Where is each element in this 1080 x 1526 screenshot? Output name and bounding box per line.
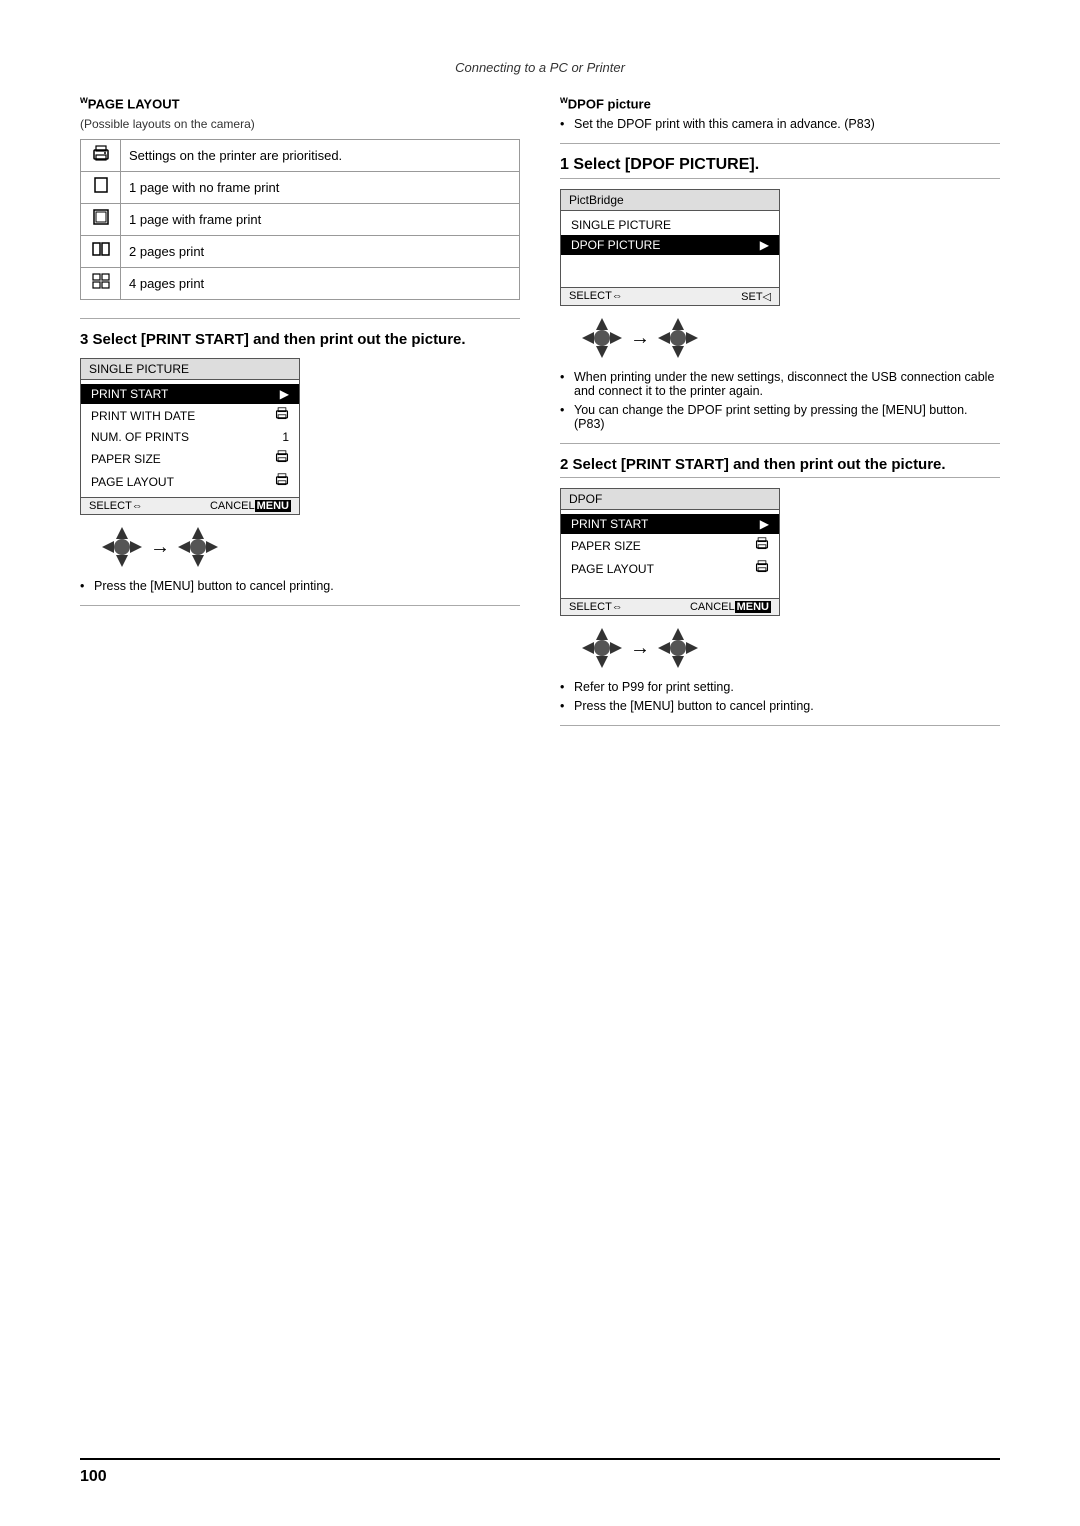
arrow-right-r1: → [630, 327, 650, 350]
divider-bottom-left [80, 605, 520, 606]
table-row: 1 page with frame print [81, 204, 520, 236]
dpof-sub: Set the DPOF print with this camera in a… [560, 117, 1000, 131]
icon-cell [81, 204, 121, 236]
page-layout-sub: (Possible layouts on the camera) [80, 117, 520, 131]
footer-right-2: CANCELMENU [690, 601, 771, 613]
frame-icon [92, 208, 110, 226]
dpad-left-r2 [580, 626, 624, 670]
page-number-bar: 100 [80, 1458, 1000, 1486]
divider-dpof [560, 143, 1000, 144]
navigation-arrows-right2: → [580, 626, 1000, 670]
dpad-right-r1 [656, 316, 700, 360]
screen-header: SINGLE PICTURE [81, 359, 299, 380]
screen-spacer-2 [561, 580, 779, 594]
screen-row-paper-size: PAPER SIZE [81, 447, 299, 470]
table-row: 4 pages print [81, 268, 520, 300]
icon-cell [81, 268, 121, 300]
dpad-left [100, 525, 144, 569]
step3-screen: SINGLE PICTURE PRINT START ▶ PRINT WITH … [80, 358, 300, 515]
table-row: 1 page with no frame print [81, 172, 520, 204]
step2-bullet-2: Press the [MENU] button to cancel printi… [560, 699, 1000, 713]
page-layout-heading: wPAGE LAYOUT [80, 95, 520, 111]
screen-header-2: DPOF [561, 489, 779, 510]
arrow-right-r2: → [630, 637, 650, 660]
two-column-layout: wPAGE LAYOUT (Possible layouts on the ca… [80, 95, 1000, 738]
footer-right-1: SET◁ [741, 290, 771, 303]
step2-heading: 2 Select [PRINT START] and then print ou… [560, 456, 1000, 478]
footer-right: CANCELMENU [210, 500, 291, 512]
screen-row-print-date: PRINT WITH DATE [81, 404, 299, 427]
screen-row-single-picture: SINGLE PICTURE [561, 215, 779, 235]
icon-cell [81, 172, 121, 204]
screen-row-page-layout: PAGE LAYOUT [81, 470, 299, 493]
screen-row-print-start: PRINT START ▶ [81, 384, 299, 404]
footer-left-1: SELECT⇔ [569, 290, 623, 303]
step2-screen: DPOF PRINT START ▶ PAPER SIZE [560, 488, 780, 616]
screen-body-2: PRINT START ▶ PAPER SIZE [561, 510, 779, 598]
four-pages-icon [92, 272, 110, 290]
printer-icon-small [275, 407, 289, 421]
screen-header-text-2: DPOF [569, 492, 602, 506]
screen-header-text-1: PictBridge [569, 193, 624, 207]
screen-row-dpof-picture: DPOF PICTURE ▶ [561, 235, 779, 255]
left-column: wPAGE LAYOUT (Possible layouts on the ca… [80, 95, 520, 738]
page-header-title: Connecting to a PC or Printer [80, 60, 1000, 75]
divider [80, 318, 520, 319]
printer-icon-s5 [755, 560, 769, 574]
layout-table-cell: Settings on the printer are prioritised. [121, 140, 520, 172]
step3-heading: 3 Select [PRINT START] and then print ou… [80, 331, 520, 348]
screen-spacer [561, 255, 779, 283]
step2-bullet-1: Refer to P99 for print setting. [560, 680, 1000, 694]
step1-bullet-2: You can change the DPOF print setting by… [560, 403, 1000, 431]
step1-bullet-1: When printing under the new settings, di… [560, 370, 1000, 398]
printer-icon-small3 [275, 473, 289, 487]
divider-bottom-right [560, 725, 1000, 726]
arrow-right: → [150, 536, 170, 559]
layout-table: Settings on the printer are prioritised.… [80, 139, 520, 300]
layout-table-cell: 4 pages print [121, 268, 520, 300]
screen-body-1: SINGLE PICTURE DPOF PICTURE ▶ [561, 211, 779, 287]
screen-row-print-start-2: PRINT START ▶ [561, 514, 779, 534]
layout-table-cell: 1 page with no frame print [121, 172, 520, 204]
screen-row-num-prints: NUM. OF PRINTS 1 [81, 427, 299, 447]
no-frame-icon [92, 176, 110, 194]
table-row: 2 pages print [81, 236, 520, 268]
icon-cell [81, 140, 121, 172]
footer-left-2: SELECT⇔ [569, 601, 623, 613]
screen-row-paper-size-2: PAPER SIZE [561, 534, 779, 557]
screen-body: PRINT START ▶ PRINT WITH DATE [81, 380, 299, 497]
w-prefix: w [80, 95, 88, 106]
right-column: wDPOF picture Set the DPOF print with th… [560, 95, 1000, 738]
page-layout-section: wPAGE LAYOUT (Possible layouts on the ca… [80, 95, 520, 300]
table-row: Settings on the printer are prioritised. [81, 140, 520, 172]
icon-cell [81, 236, 121, 268]
navigation-arrows-left: → [100, 525, 520, 569]
two-pages-icon [92, 240, 110, 258]
screen-footer-1: SELECT⇔ SET◁ [561, 287, 779, 305]
footer-left: SELECT⇔ [89, 500, 143, 512]
page-number: 100 [80, 1468, 107, 1485]
step1-heading: 1 Select [DPOF PICTURE]. [560, 156, 1000, 179]
dpad-right-r2 [656, 626, 700, 670]
printer-icon [92, 144, 110, 162]
navigation-arrows-right1: → [580, 316, 1000, 360]
screen-footer: SELECT⇔ CANCELMENU [81, 497, 299, 514]
page-container: Connecting to a PC or Printer wPAGE LAYO… [0, 0, 1080, 1526]
layout-table-cell: 2 pages print [121, 236, 520, 268]
step1-screen: PictBridge SINGLE PICTURE DPOF PICTURE ▶… [560, 189, 780, 306]
screen-header-text: SINGLE PICTURE [89, 362, 189, 376]
step3-bullet: Press the [MENU] button to cancel printi… [80, 579, 520, 593]
screen-footer-2: SELECT⇔ CANCELMENU [561, 598, 779, 615]
layout-table-cell: 1 page with frame print [121, 204, 520, 236]
screen-header-1: PictBridge [561, 190, 779, 211]
printer-icon-small2 [275, 450, 289, 464]
w-prefix-dpof: w [560, 95, 568, 106]
printer-icon-s4 [755, 537, 769, 551]
divider-step2 [560, 443, 1000, 444]
dpad-right [176, 525, 220, 569]
dpad-left-r1 [580, 316, 624, 360]
screen-row-page-layout-2: PAGE LAYOUT [561, 557, 779, 580]
dpof-heading: wDPOF picture [560, 95, 1000, 111]
